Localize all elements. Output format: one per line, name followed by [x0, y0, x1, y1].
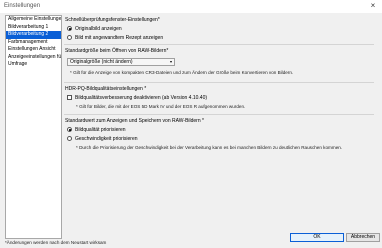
quick-check-title: Schnellüberprüfungsfenster-Einstellungen… [65, 17, 160, 23]
chevron-down-icon: ▾ [169, 59, 172, 64]
raw-size-title: Standardgröße beim Öffnen von RAW-Bilder… [65, 48, 169, 54]
default-raw-title: Standardwert zum Anzeigen und Speichern … [65, 118, 204, 124]
show-original-label: Originalbild anzeigen [75, 25, 122, 32]
prioritize-quality-radio[interactable] [67, 127, 72, 132]
raw-size-select[interactable]: Originalgröße (nicht ändern) ▾ [67, 58, 175, 66]
close-icon[interactable]: × [367, 1, 379, 11]
hdr-title: HDR-PQ-Bildqualitätseinstellungen * [65, 86, 147, 92]
hdr-note: * Gilt für Bilder, die mit der EOS 5D Ma… [76, 104, 246, 109]
hdr-disable-option[interactable]: Bildqualitätsverbesserung deaktivieren (… [67, 94, 207, 101]
sidebar-item-general[interactable]: Allgemeine Einstellungen [6, 16, 61, 24]
restart-note: *Änderungen werden nach dem Neustart wir… [5, 240, 107, 245]
prioritize-quality-label: Bildqualität priorisieren [75, 126, 126, 133]
sidebar-item-preview-display[interactable]: Anzeigeeinstellungen für Vorschau [6, 54, 61, 62]
default-raw-note: * Durch die Priorisierung der Geschwindi… [76, 145, 343, 150]
prioritize-speed-label: Geschwindigkeit priorisieren [75, 135, 138, 142]
sidebar-item-image-processing-1[interactable]: Bildverarbeitung 1 [6, 24, 61, 32]
hdr-disable-label: Bildqualitätsverbesserung deaktivieren (… [75, 94, 208, 101]
sidebar-item-color-management[interactable]: Farbmanagement [6, 39, 61, 47]
prioritize-speed-radio[interactable] [67, 136, 72, 141]
sidebar-item-survey[interactable]: Umfrage [6, 61, 61, 69]
divider [64, 82, 374, 83]
sidebar-item-view-settings[interactable]: Einstellungen Ansicht [6, 46, 61, 54]
window-title: Einstellungen [4, 3, 41, 9]
hdr-disable-checkbox[interactable] [67, 95, 72, 100]
raw-size-note: * Gilt für die Anzeige von kompakten CR3… [70, 70, 294, 75]
show-original-option[interactable]: Originalbild anzeigen [67, 25, 122, 32]
title-bar: Einstellungen × [0, 0, 382, 13]
preferences-window: Einstellungen × Allgemeine Einstellungen… [0, 0, 382, 248]
show-recipe-option[interactable]: Bild mit angewandtem Rezept anzeigen [67, 34, 163, 41]
ok-button[interactable]: OK [290, 233, 344, 242]
cancel-button[interactable]: Abbrechen [346, 233, 380, 242]
prioritize-speed-option[interactable]: Geschwindigkeit priorisieren [67, 135, 138, 142]
prioritize-quality-option[interactable]: Bildqualität priorisieren [67, 126, 126, 133]
show-recipe-radio[interactable] [67, 35, 72, 40]
show-original-radio[interactable] [67, 26, 72, 31]
divider [64, 44, 374, 45]
divider [64, 114, 374, 115]
sidebar-item-image-processing-2[interactable]: Bildverarbeitung 2 [6, 31, 61, 39]
show-recipe-label: Bild mit angewandtem Rezept anzeigen [75, 34, 164, 41]
settings-category-list: Allgemeine Einstellungen Bildverarbeitun… [5, 15, 62, 239]
raw-size-value: Originalgröße (nicht ändern) [70, 59, 133, 65]
